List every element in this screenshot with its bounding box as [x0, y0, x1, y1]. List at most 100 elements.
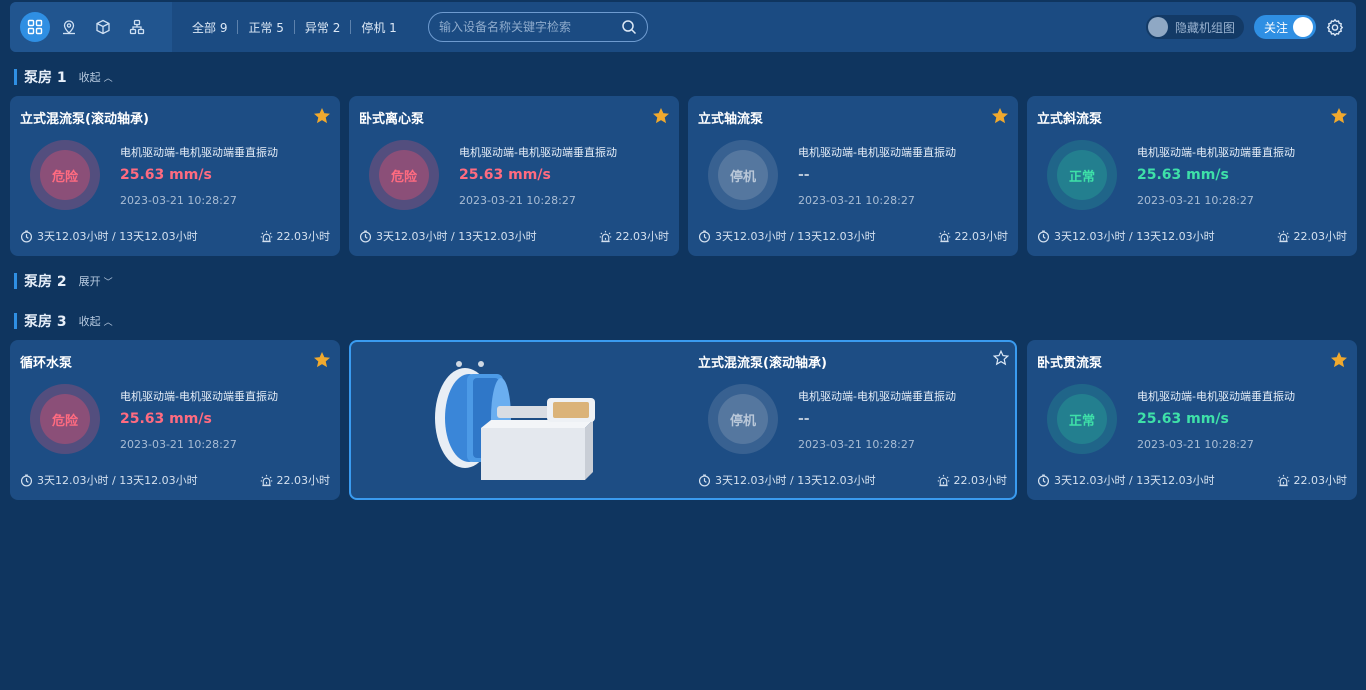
follow-toggle[interactable]: 关注	[1254, 15, 1316, 39]
search-input[interactable]	[439, 20, 621, 34]
section-title: 泵房 3	[24, 314, 67, 330]
star-icon[interactable]	[653, 108, 669, 124]
star-icon[interactable]	[314, 108, 330, 124]
runtime-stat: 3天12.03小时 / 13天12.03小时	[698, 228, 876, 244]
timer-icon	[698, 474, 711, 486]
expand-label: 展开	[78, 275, 101, 288]
device-card[interactable]: 立式混流泵(滚动轴承) 危险 电机驱动端-电机驱动端垂直振动 25.63 mm/…	[10, 96, 340, 256]
device-card[interactable]: 立式轴流泵 停机 电机驱动端-电机驱动端垂直振动 -- 2023-03-21 1…	[688, 96, 1018, 256]
measure-timestamp: 2023-03-21 10:28:27	[1137, 438, 1254, 451]
device-card-selected[interactable]: 立式混流泵(滚动轴承) 停机 电机驱动端-电机驱动端垂直振动 -- 2023-0…	[349, 340, 1017, 500]
card-footer: 3天12.03小时 / 13天12.03小时 22.03小时	[698, 228, 1008, 244]
device-name: 立式斜流泵	[1037, 112, 1103, 127]
device-card[interactable]: 循环水泵 危险 电机驱动端-电机驱动端垂直振动 25.63 mm/s 2023-…	[10, 340, 340, 500]
grid-view-icon	[27, 19, 43, 35]
star-icon[interactable]	[314, 352, 330, 368]
chevron-up-icon: ︿	[103, 73, 113, 84]
device-name: 卧式贯流泵	[1037, 356, 1103, 371]
gear-icon[interactable]	[1326, 18, 1344, 36]
collapse-label: 收起	[78, 315, 101, 328]
runtime-text: 3天12.03小时 / 13天12.03小时	[1054, 230, 1215, 243]
device-card[interactable]: 卧式贯流泵 正常 电机驱动端-电机驱动端垂直振动 25.63 mm/s 2023…	[1027, 340, 1357, 500]
device-name: 立式混流泵(滚动轴承)	[698, 356, 827, 371]
device-card[interactable]: 立式斜流泵 正常 电机驱动端-电机驱动端垂直振动 25.63 mm/s 2023…	[1027, 96, 1357, 256]
runtime-stat: 3天12.03小时 / 13天12.03小时	[698, 472, 876, 488]
model-view-button[interactable]	[88, 12, 118, 42]
alarm-duration-text: 22.03小时	[953, 474, 1008, 487]
timer-icon	[20, 230, 33, 242]
section-header-pump-room-1: 泵房 1 收起 ︿	[14, 68, 113, 86]
star-icon[interactable]	[992, 108, 1008, 124]
section-header-pump-room-2: 泵房 2 展开 ﹀	[14, 272, 113, 290]
measure-timestamp: 2023-03-21 10:28:27	[120, 194, 237, 207]
hide-group-label: 隐藏机组图	[1175, 20, 1236, 35]
filter-all[interactable]: 全部 9	[182, 19, 237, 36]
measure-point-name: 电机驱动端-电机驱动端垂直振动	[120, 146, 278, 159]
star-icon[interactable]	[1331, 108, 1347, 124]
card-footer: 3天12.03小时 / 13天12.03小时 22.03小时	[698, 472, 1007, 488]
runtime-text: 3天12.03小时 / 13天12.03小时	[37, 230, 198, 243]
alarm-light-icon	[260, 230, 272, 242]
alarm-stat: 22.03小时	[937, 472, 1008, 488]
expand-button[interactable]: 展开 ﹀	[79, 273, 113, 289]
map-view-button[interactable]	[54, 12, 84, 42]
star-icon[interactable]	[1331, 352, 1347, 368]
toggle-knob	[1293, 17, 1313, 37]
measure-value: --	[798, 411, 810, 427]
top-toolbar: 全部 9 正常 5 异常 2 停机 1 隐藏机组图 关注	[10, 2, 1356, 52]
device-card[interactable]: 卧式离心泵 危险 电机驱动端-电机驱动端垂直振动 25.63 mm/s 2023…	[349, 96, 679, 256]
alarm-light-icon	[260, 474, 272, 486]
timer-icon	[1037, 474, 1050, 486]
filter-stopped[interactable]: 停机 1	[351, 19, 406, 36]
filter-abnormal[interactable]: 异常 2	[295, 19, 350, 36]
measure-value: --	[798, 167, 810, 183]
status-badge: 正常	[1057, 150, 1107, 200]
runtime-stat: 3天12.03小时 / 13天12.03小时	[1037, 228, 1215, 244]
collapse-button[interactable]: 收起 ︿	[79, 313, 113, 329]
grid-view-button[interactable]	[20, 12, 50, 42]
status-indicator: 正常	[1047, 384, 1117, 454]
card-footer: 3天12.03小时 / 13天12.03小时 22.03小时	[1037, 472, 1347, 488]
runtime-text: 3天12.03小时 / 13天12.03小时	[1054, 474, 1215, 487]
tree-view-button[interactable]	[122, 12, 152, 42]
measure-timestamp: 2023-03-21 10:28:27	[798, 438, 915, 451]
card-footer: 3天12.03小时 / 13天12.03小时 22.03小时	[359, 228, 669, 244]
measure-point-name: 电机驱动端-电机驱动端垂直振动	[120, 390, 278, 403]
search-icon[interactable]	[621, 19, 637, 35]
measure-point-name: 电机驱动端-电机驱动端垂直振动	[798, 146, 956, 159]
measure-value: 25.63 mm/s	[459, 167, 551, 183]
measure-point-name: 电机驱动端-电机驱动端垂直振动	[1137, 390, 1295, 403]
timer-icon	[359, 230, 372, 242]
card-info-panel: 立式混流泵(滚动轴承) 停机 电机驱动端-电机驱动端垂直振动 -- 2023-0…	[688, 340, 1017, 500]
status-indicator: 危险	[30, 140, 100, 210]
device-name: 立式轴流泵	[698, 112, 764, 127]
hierarchy-icon	[129, 19, 145, 35]
section-accent-bar	[14, 313, 17, 329]
measure-point-name: 电机驱动端-电机驱动端垂直振动	[459, 146, 617, 159]
alarm-duration-text: 22.03小时	[1293, 474, 1348, 487]
alarm-light-icon	[1277, 230, 1289, 242]
timer-icon	[1037, 230, 1050, 242]
runtime-stat: 3天12.03小时 / 13天12.03小时	[359, 228, 537, 244]
hide-group-toggle[interactable]: 隐藏机组图	[1146, 15, 1244, 39]
cube-icon	[96, 19, 110, 35]
collapse-button[interactable]: 收起 ︿	[79, 69, 113, 85]
map-view-icon	[63, 20, 75, 35]
view-switcher	[10, 2, 172, 52]
alarm-light-icon	[937, 474, 949, 486]
follow-label: 关注	[1264, 20, 1289, 35]
device-name: 卧式离心泵	[359, 112, 425, 127]
alarm-stat: 22.03小时	[599, 228, 669, 244]
measure-value: 25.63 mm/s	[120, 411, 212, 427]
measure-value: 25.63 mm/s	[1137, 411, 1229, 427]
status-badge: 停机	[718, 394, 768, 444]
chevron-down-icon: ﹀	[103, 277, 113, 288]
filter-normal[interactable]: 正常 5	[238, 19, 293, 36]
alarm-stat: 22.03小时	[938, 228, 1008, 244]
status-indicator: 正常	[1047, 140, 1117, 210]
section-accent-bar	[14, 69, 17, 85]
measure-point-name: 电机驱动端-电机驱动端垂直振动	[1137, 146, 1295, 159]
card-footer: 3天12.03小时 / 13天12.03小时 22.03小时	[20, 228, 330, 244]
section-accent-bar	[14, 273, 17, 289]
star-icon[interactable]	[993, 350, 1009, 366]
